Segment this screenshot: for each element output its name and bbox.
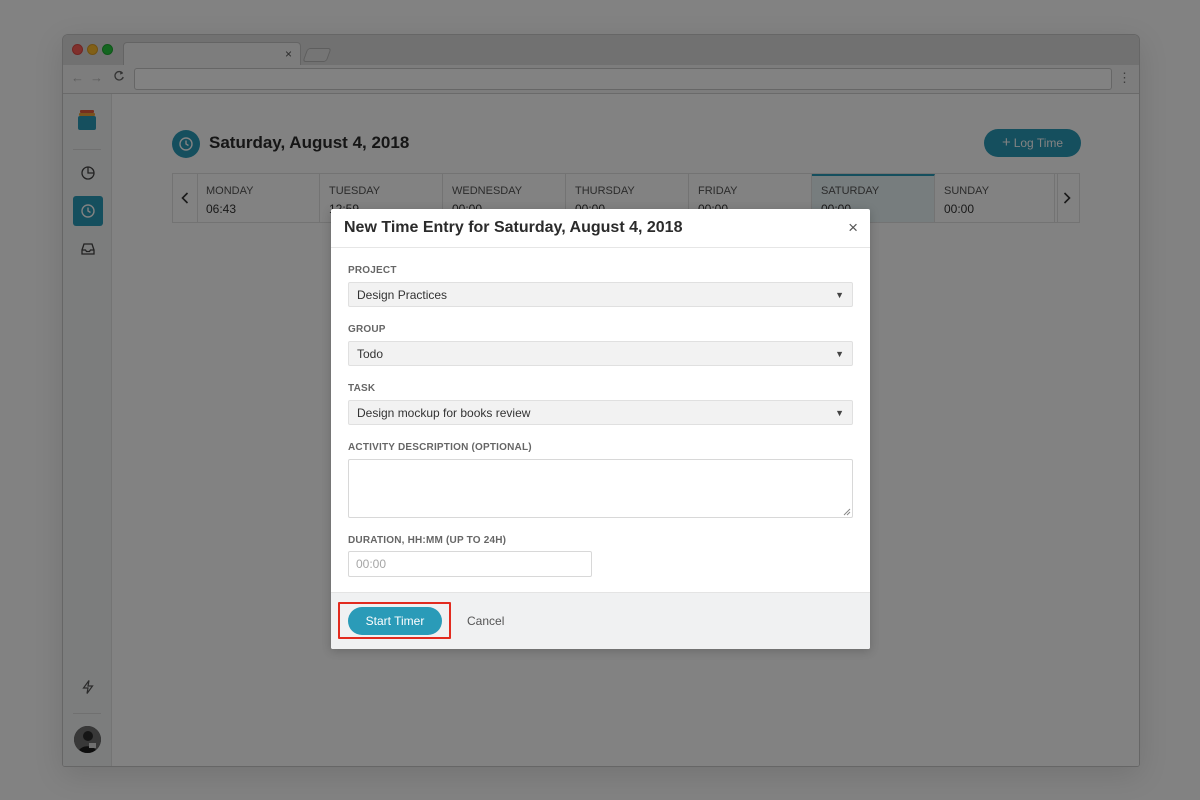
duration-label: DURATION, HH:MM (UP TO 24H) <box>348 535 507 546</box>
modal-header: New Time Entry for Saturday, August 4, 2… <box>331 209 870 248</box>
close-icon[interactable]: × <box>848 218 858 238</box>
cancel-button[interactable]: Cancel <box>467 613 504 629</box>
project-label: PROJECT <box>348 265 397 276</box>
task-select[interactable]: Design mockup for books review ▼ <box>348 400 853 425</box>
duration-input[interactable] <box>348 551 592 577</box>
caret-down-icon: ▼ <box>835 349 844 359</box>
task-label: TASK <box>348 383 376 394</box>
group-value: Todo <box>357 347 384 361</box>
group-select[interactable]: Todo ▼ <box>348 341 853 366</box>
modal-footer: Start Timer Cancel <box>331 592 870 649</box>
resize-handle-icon[interactable] <box>843 508 851 516</box>
group-label: GROUP <box>348 324 386 335</box>
description-label: ACTIVITY DESCRIPTION (OPTIONAL) <box>348 442 532 453</box>
project-select[interactable]: Design Practices ▼ <box>348 282 853 307</box>
caret-down-icon: ▼ <box>835 290 844 300</box>
task-value: Design mockup for books review <box>357 406 531 420</box>
caret-down-icon: ▼ <box>835 408 844 418</box>
new-time-entry-modal: New Time Entry for Saturday, August 4, 2… <box>331 209 870 649</box>
project-value: Design Practices <box>357 288 448 302</box>
description-textarea[interactable] <box>348 459 853 518</box>
start-timer-button[interactable]: Start Timer <box>348 607 442 635</box>
modal-title: New Time Entry for Saturday, August 4, 2… <box>344 219 683 236</box>
